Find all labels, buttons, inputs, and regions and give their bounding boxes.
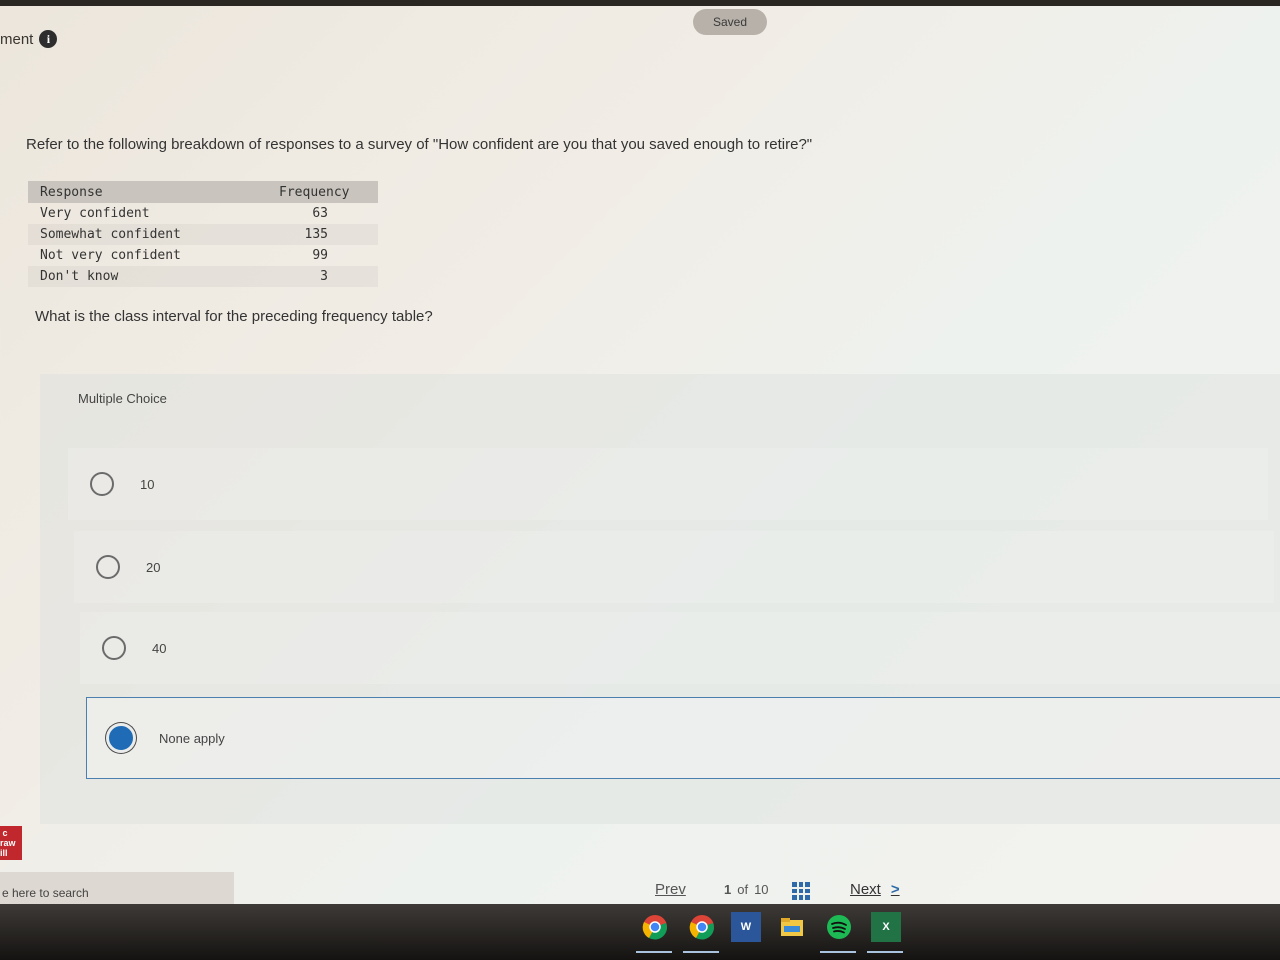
table-header-response: Response	[28, 181, 251, 203]
mcgraw-hill-logo: c raw ill	[0, 826, 22, 860]
table-header-row: Response Frequency	[28, 181, 378, 203]
choice-label: None apply	[159, 730, 225, 746]
table-row: Very confident 63	[28, 203, 378, 224]
spotify-icon[interactable]	[824, 912, 854, 942]
taskbar-active-indicator	[867, 951, 903, 953]
table-cell-response: Not very confident	[40, 248, 181, 263]
chrome-icon[interactable]	[640, 912, 670, 942]
taskbar-search-placeholder: e here to search	[2, 886, 89, 900]
saved-status-badge: Saved	[693, 9, 767, 35]
table-row: Not very confident 99	[28, 245, 378, 266]
taskbar-active-indicator	[820, 951, 856, 953]
taskbar-active-indicator	[636, 951, 672, 953]
table-row: Somewhat confident 135	[28, 224, 378, 245]
radio-button[interactable]	[102, 636, 126, 660]
radio-button[interactable]	[90, 472, 114, 496]
table-header-frequency: Frequency	[250, 181, 378, 203]
table-cell-frequency: 3	[250, 266, 378, 287]
prev-label: Prev	[655, 880, 686, 898]
question-grid-icon[interactable]	[792, 882, 810, 900]
next-button[interactable]: Next >	[850, 874, 900, 904]
choice-option-40[interactable]: 40	[80, 612, 1280, 684]
taskbar-active-indicator	[683, 951, 719, 953]
page-title-text: ment	[0, 30, 34, 48]
choice-label: 20	[146, 559, 161, 575]
chrome-icon[interactable]	[687, 912, 717, 942]
table-cell-frequency: 63	[312, 206, 328, 221]
page-title: ment i	[0, 30, 58, 48]
question-prompt: Refer to the following breakdown of resp…	[26, 136, 813, 153]
frequency-table: Response Frequency Very confident 63 Som…	[28, 181, 378, 287]
chevron-right-icon: >	[890, 880, 900, 898]
excel-icon[interactable]: X	[871, 912, 901, 942]
page-indicator: 1 of 10	[724, 874, 769, 904]
info-icon[interactable]: i	[39, 30, 58, 48]
choice-label: 10	[140, 476, 155, 492]
table-cell-response: Don't know	[28, 266, 251, 287]
subquestion-text: What is the class interval for the prece…	[35, 308, 433, 325]
word-icon[interactable]: W	[731, 912, 761, 942]
multiple-choice-label: Multiple Choice	[78, 391, 167, 406]
choice-label: 40	[152, 640, 167, 656]
radio-button-selected[interactable]	[109, 726, 133, 750]
total-pages: 10	[754, 881, 769, 897]
prev-button[interactable]: Prev	[655, 874, 686, 904]
choice-option-none-apply[interactable]: None apply	[86, 697, 1280, 779]
table-row: Don't know 3	[28, 266, 378, 287]
choice-option-20[interactable]: 20	[74, 531, 1274, 603]
file-explorer-icon[interactable]	[777, 912, 807, 942]
table-cell-response: Very confident	[40, 206, 150, 221]
page-of-label: of	[737, 881, 749, 897]
choice-option-10[interactable]: 10	[68, 448, 1268, 520]
table-cell-response: Somewhat confident	[28, 224, 251, 245]
next-label: Next	[850, 880, 881, 898]
window-top-bar	[0, 0, 1280, 6]
radio-button[interactable]	[96, 555, 120, 579]
table-cell-frequency: 135	[250, 224, 378, 245]
current-page: 1	[724, 881, 732, 897]
table-cell-frequency: 99	[312, 248, 328, 263]
